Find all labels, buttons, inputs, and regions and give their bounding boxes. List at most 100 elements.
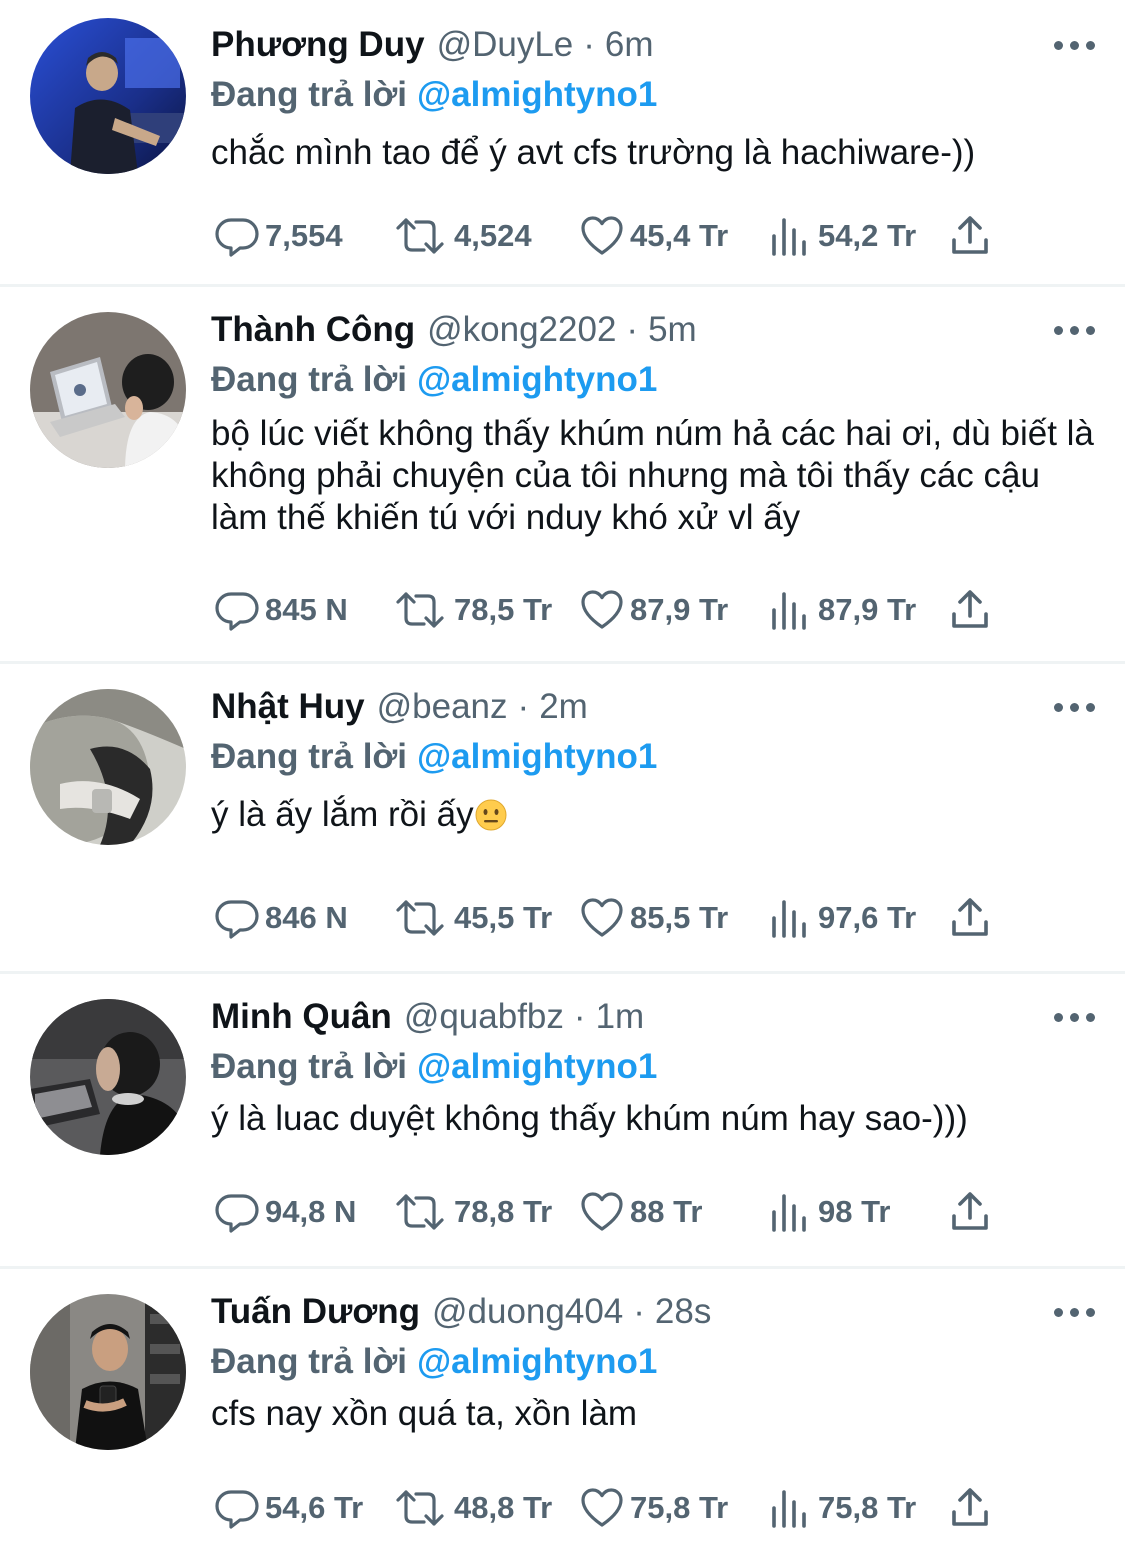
user-handle[interactable]: @DuyLe: [437, 20, 574, 70]
heart-icon: [581, 216, 623, 255]
replying-to-label: Đang trả lời: [211, 75, 408, 114]
mention-link[interactable]: @almightyno1: [417, 1342, 657, 1381]
retweet-button[interactable]: 78,8 Tr: [390, 1182, 552, 1242]
heart-icon: [581, 898, 623, 937]
views-icon: [772, 900, 806, 938]
like-button[interactable]: 75,8 Tr: [578, 1478, 728, 1538]
retweet-button[interactable]: 78,5 Tr: [390, 580, 552, 640]
avatar[interactable]: [30, 1294, 186, 1450]
timestamp[interactable]: 6m: [605, 20, 654, 70]
tweet-2[interactable]: Thành Công @kong2202 · 5m Đang trả lời @a…: [0, 287, 1125, 664]
retweet-count: 78,5 Tr: [454, 592, 553, 627]
more-icon[interactable]: [1035, 20, 1095, 70]
share-button[interactable]: [946, 1478, 994, 1538]
like-button[interactable]: 45,4 Tr: [578, 206, 728, 266]
views-icon: [772, 218, 806, 256]
mention-link[interactable]: @almightyno1: [417, 737, 657, 776]
reply-icon: [215, 592, 259, 631]
mention-link[interactable]: @almightyno1: [417, 1047, 657, 1086]
more-icon[interactable]: [1035, 682, 1095, 732]
separator: ·: [626, 310, 639, 349]
tweet-1[interactable]: Phương Duy @DuyLe · 6m Đang trả lời @almi…: [0, 0, 1125, 287]
neutral-face-emoji: [474, 798, 508, 832]
action-bar: 54,6 Tr 48,8 Tr 75,8 Tr 75,8 Tr: [213, 1478, 1013, 1538]
replying-to: Đang trả lời @almightyno1: [211, 1042, 1095, 1092]
share-button[interactable]: [946, 580, 994, 640]
like-button[interactable]: 85,5 Tr: [578, 888, 728, 948]
view-count: 97,6 Tr: [818, 900, 917, 935]
tweet-4[interactable]: Minh Quân @quabfbz · 1m Đang trả lời @alm…: [0, 974, 1125, 1269]
replying-to: Đang trả lời @almightyno1: [211, 1337, 1095, 1387]
share-icon: [952, 898, 988, 936]
display-name[interactable]: Nhật Huy: [211, 682, 365, 732]
retweet-button[interactable]: 48,8 Tr: [390, 1478, 552, 1538]
user-handle[interactable]: @quabfbz: [404, 992, 564, 1042]
separator: ·: [633, 1292, 645, 1331]
user-handle[interactable]: @kong2202: [427, 305, 616, 355]
avatar[interactable]: [30, 999, 186, 1155]
timestamp[interactable]: 1m: [596, 992, 645, 1042]
views-button[interactable]: 75,8 Tr: [766, 1478, 916, 1538]
display-name[interactable]: Tuấn Dương: [211, 1287, 420, 1337]
reply-button[interactable]: 846 N: [213, 888, 348, 948]
timestamp[interactable]: 28s: [655, 1287, 711, 1337]
tweet-feed: Phương Duy @DuyLe · 6m Đang trả lời @almi…: [0, 0, 1125, 1545]
retweet-count: 78,8 Tr: [454, 1194, 553, 1229]
tweet-text: ý là ấy lắm rồi ấy: [211, 795, 474, 834]
retweet-icon: [396, 900, 444, 936]
display-name[interactable]: Minh Quân: [211, 992, 392, 1042]
action-bar: 7,554 4,524 45,4 Tr 54,2 Tr: [213, 206, 1013, 266]
mention-link[interactable]: @almightyno1: [417, 360, 657, 399]
tweet-3[interactable]: Nhật Huy @beanz · 2m Đang trả lời @almigh…: [0, 664, 1125, 974]
timestamp[interactable]: 2m: [539, 682, 588, 732]
replying-to-label: Đang trả lời: [211, 1047, 408, 1086]
tweet-5[interactable]: Tuấn Dương @duong404 · 28s Đang trả lời @…: [0, 1269, 1125, 1545]
retweet-button[interactable]: 45,5 Tr: [390, 888, 552, 948]
reply-button[interactable]: 94,8 N: [213, 1182, 356, 1242]
views-icon: [772, 1490, 806, 1528]
retweet-icon: [396, 218, 444, 254]
reply-icon: [215, 1490, 259, 1529]
like-button[interactable]: 88 Tr: [578, 1182, 702, 1242]
display-name[interactable]: Phương Duy: [211, 20, 425, 70]
views-button[interactable]: 98 Tr: [766, 1182, 890, 1242]
more-icon[interactable]: [1035, 305, 1095, 355]
mention-link[interactable]: @almightyno1: [417, 75, 657, 114]
display-name[interactable]: Thành Công: [211, 305, 415, 355]
tweet-header: Nhật Huy @beanz · 2m: [211, 682, 1095, 732]
reply-button[interactable]: 54,6 Tr: [213, 1478, 363, 1538]
tweet-text: bộ lúc viết không thấy khúm núm hả các h…: [211, 414, 1094, 537]
avatar[interactable]: [30, 689, 186, 845]
share-button[interactable]: [946, 1182, 994, 1242]
views-button[interactable]: 87,9 Tr: [766, 580, 916, 640]
separator: ·: [573, 997, 586, 1036]
retweet-button[interactable]: 4,524: [390, 206, 532, 266]
share-icon: [952, 216, 988, 254]
replying-to-label: Đang trả lời: [211, 360, 408, 399]
share-button[interactable]: [946, 206, 994, 266]
more-icon[interactable]: [1035, 1287, 1095, 1337]
reply-button[interactable]: 7,554: [213, 206, 343, 266]
like-count: 85,5 Tr: [630, 900, 729, 935]
retweet-count: 45,5 Tr: [454, 900, 553, 935]
timestamp[interactable]: 5m: [648, 305, 697, 355]
views-button[interactable]: 97,6 Tr: [766, 888, 916, 948]
user-handle[interactable]: @duong404: [432, 1287, 623, 1337]
more-icon[interactable]: [1035, 992, 1095, 1042]
tweet-header: Minh Quân @quabfbz · 1m: [211, 992, 1095, 1042]
like-button[interactable]: 87,9 Tr: [578, 580, 728, 640]
share-icon: [952, 590, 988, 628]
separator: ·: [583, 25, 595, 64]
share-button[interactable]: [946, 888, 994, 948]
action-bar: 845 N 78,5 Tr 87,9 Tr 87,9 Tr: [213, 580, 1013, 640]
like-count: 88 Tr: [630, 1194, 703, 1229]
avatar[interactable]: [30, 312, 186, 468]
user-handle[interactable]: @beanz: [377, 682, 508, 732]
views-icon: [772, 1194, 806, 1232]
reply-count: 845 N: [265, 592, 348, 627]
share-icon: [952, 1488, 988, 1526]
reply-button[interactable]: 845 N: [213, 580, 348, 640]
avatar[interactable]: [30, 18, 186, 174]
tweet-header: Phương Duy @DuyLe · 6m: [211, 20, 1095, 70]
views-button[interactable]: 54,2 Tr: [766, 206, 916, 266]
